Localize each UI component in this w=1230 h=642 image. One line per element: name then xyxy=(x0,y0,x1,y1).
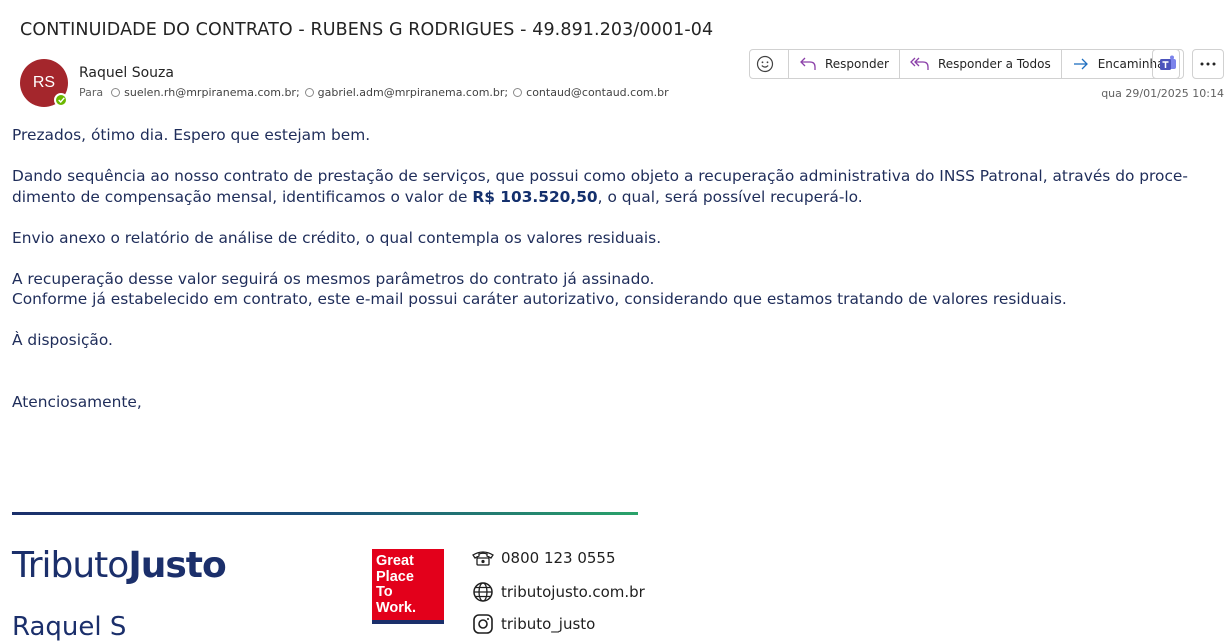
paragraph: Dando sequência ao nosso contrato de pre… xyxy=(12,166,1224,207)
text-line: A recuperação desse valor seguirá os mes… xyxy=(12,269,655,288)
logo-text: Tributo xyxy=(12,545,129,586)
more-icon xyxy=(1200,62,1216,66)
teams-icon xyxy=(1160,55,1176,70)
presence-unknown-icon xyxy=(513,88,523,97)
recipient[interactable]: gabriel.adm@mrpiranema.com.br; xyxy=(304,86,509,99)
recipient-email: gabriel.adm@mrpiranema.com.br; xyxy=(317,86,509,99)
badge-line: Work. xyxy=(376,599,417,616)
badge-line: Great xyxy=(376,553,414,569)
teams-button[interactable] xyxy=(1152,49,1184,79)
website-link: tributojusto.com.br xyxy=(501,583,645,601)
reply-all-button[interactable]: Responder a Todos xyxy=(898,50,1061,78)
contact-phone: 0800 123 0555 xyxy=(472,549,616,567)
recipient[interactable]: contaud@contaud.com.br xyxy=(513,86,669,99)
phone-icon xyxy=(472,551,494,566)
text-segment: , o qual, será possível recuperá-lo. xyxy=(597,187,863,206)
forward-arrow-icon xyxy=(1073,58,1088,70)
contact-instagram[interactable]: tributo_justo xyxy=(472,613,595,635)
badge-line: To xyxy=(376,584,393,600)
more-actions-button[interactable] xyxy=(1192,49,1224,79)
recipient-email: contaud@contaud.com.br xyxy=(526,86,669,99)
sender-name[interactable]: Raquel Souza xyxy=(79,65,174,81)
instagram-icon xyxy=(473,614,493,634)
recipient[interactable]: suelen.rh@mrpiranema.com.br; xyxy=(111,86,300,99)
text-line: Dando sequência ao nosso contrato de pre… xyxy=(12,167,1188,185)
presence-available-icon xyxy=(54,93,68,107)
to-label: Para xyxy=(79,86,104,99)
emoji-react-button[interactable] xyxy=(750,50,788,78)
paragraph: À disposição. xyxy=(12,331,113,349)
presence-unknown-icon xyxy=(111,88,121,97)
text-line: Conforme já estabelecido em contrato, es… xyxy=(12,290,1067,308)
greeting: Prezados, ótimo dia. Espero que estejam … xyxy=(12,126,371,144)
reply-label: Responder xyxy=(825,57,889,71)
closing: Atenciosamente, xyxy=(12,392,142,411)
company-logo: TributoJusto xyxy=(12,545,227,586)
badge-line: Place xyxy=(376,568,414,585)
email-subject: CONTINUIDADE DO CONTRATO - RUBENS G RODR… xyxy=(20,20,714,40)
email-body: Prezados, ótimo dia. Espero que estejam … xyxy=(12,125,1224,412)
presence-unknown-icon xyxy=(304,88,314,97)
signature-divider xyxy=(12,512,638,515)
instagram-handle: tributo_justo xyxy=(501,615,596,633)
great-place-to-work-badge: Great Place To Work. xyxy=(372,549,444,624)
paragraph: Envio anexo o relatório de análise de cr… xyxy=(12,228,662,247)
globe-icon xyxy=(473,582,493,602)
reply-all-icon xyxy=(910,57,929,70)
paragraph: A recuperação desse valor seguirá os mes… xyxy=(12,269,1224,310)
received-date: qua 29/01/2025 10:14 xyxy=(1101,87,1224,100)
recipients-row: Para suelen.rh@mrpiranema.com.br; gabrie… xyxy=(79,86,674,99)
recipient-email: suelen.rh@mrpiranema.com.br; xyxy=(124,86,300,99)
badge-bar xyxy=(372,620,444,624)
reply-button[interactable]: Responder xyxy=(788,50,899,78)
signature-name: Raquel S xyxy=(12,612,127,642)
text-segment: dimento de compensação mensal, identific… xyxy=(12,187,473,206)
logo-text: Justo xyxy=(128,545,226,586)
contact-website[interactable]: tributojusto.com.br xyxy=(472,581,645,603)
reply-icon xyxy=(800,57,816,70)
message-actions-toolbar: Responder Responder a Todos Encaminhar xyxy=(749,49,1181,79)
emoji-icon xyxy=(756,55,774,73)
phone-number: 0800 123 0555 xyxy=(501,549,616,567)
credit-amount: R$ 103.520,50 xyxy=(472,187,598,206)
avatar-initials: RS xyxy=(32,74,56,91)
reply-all-label: Responder a Todos xyxy=(937,57,1051,71)
